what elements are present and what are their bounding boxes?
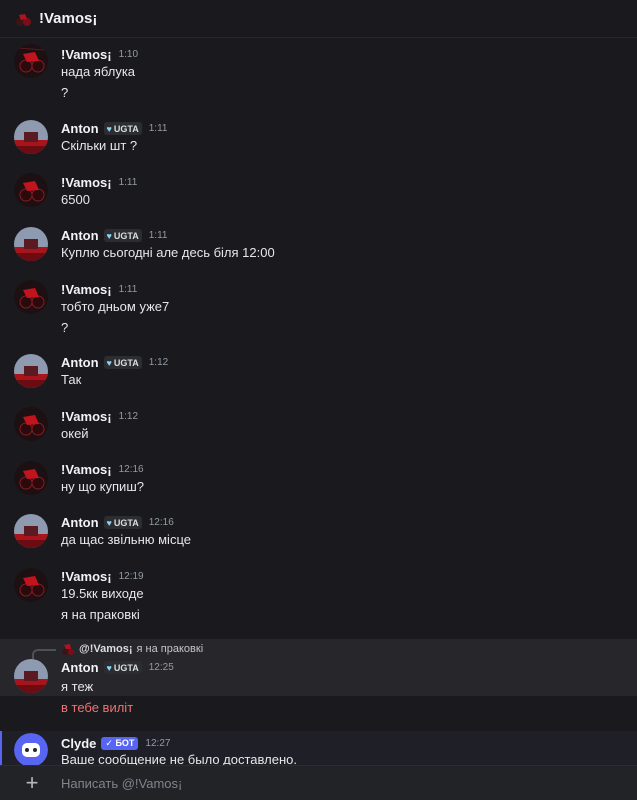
author-name[interactable]: !Vamos¡ xyxy=(61,409,112,424)
timestamp: 1:11 xyxy=(118,177,138,188)
anton-avatar[interactable] xyxy=(14,354,48,388)
message-text: Куплю сьогодні але десь біля 12:00 xyxy=(61,245,275,260)
anton-avatar[interactable] xyxy=(14,659,48,693)
reply-author[interactable]: @!Vamos¡ xyxy=(79,643,133,655)
message-text: 6500 xyxy=(61,192,90,207)
anton-avatar[interactable] xyxy=(14,514,48,548)
timestamp: 1:11 xyxy=(148,230,168,241)
message-text: окей xyxy=(61,426,89,441)
author-name[interactable]: !Vamos¡ xyxy=(61,462,112,477)
dm-title: !Vamos¡ xyxy=(39,10,98,27)
vamos-avatar[interactable] xyxy=(14,568,48,602)
author-name[interactable]: Anton xyxy=(61,228,99,243)
heart-icon: ♥ xyxy=(106,123,112,134)
timestamp: 1:10 xyxy=(118,49,139,60)
clyde-avatar[interactable] xyxy=(14,733,48,767)
message-text: я на праковкі xyxy=(61,607,140,622)
timestamp: 1:11 xyxy=(148,123,168,134)
reply-connector xyxy=(32,649,56,659)
author-name[interactable]: !Vamos¡ xyxy=(61,175,112,190)
server-tag[interactable]: ♥ UGTA xyxy=(103,356,142,369)
user-avatar-icon xyxy=(16,13,31,26)
timestamp: 1:11 xyxy=(118,284,138,295)
message-text: Скільки шт ? xyxy=(61,138,138,153)
heart-icon: ♥ xyxy=(106,357,112,368)
vamos-avatar[interactable] xyxy=(14,461,48,495)
server-tag[interactable]: ♥ UGTA xyxy=(103,516,142,529)
server-tag[interactable]: ♥ UGTA xyxy=(103,229,142,242)
heart-icon: ♥ xyxy=(106,517,112,528)
reply-text[interactable]: я на праковкі xyxy=(137,643,204,655)
author-name[interactable]: Anton xyxy=(61,515,99,530)
message-composer: + xyxy=(0,765,637,800)
message-list[interactable]: !Vamos¡ 1:10 нада яблука ? Anton ♥ UGTA 1… xyxy=(0,38,637,764)
message-text: тобто дньом уже7 xyxy=(61,299,170,314)
author-name[interactable]: Clyde xyxy=(61,736,96,751)
timestamp: 12:25 xyxy=(148,662,174,673)
timestamp: 1:12 xyxy=(148,357,169,368)
author-name[interactable]: !Vamos¡ xyxy=(61,282,112,297)
vamos-avatar[interactable] xyxy=(14,280,48,314)
message-text: Так xyxy=(61,372,82,387)
message-input[interactable] xyxy=(61,775,637,791)
vamos-avatar[interactable] xyxy=(14,173,48,207)
heart-icon: ♥ xyxy=(106,662,112,673)
reply-reference[interactable]: @!Vamos¡ я на праковкі xyxy=(61,642,203,656)
message-text: ? xyxy=(61,85,69,100)
timestamp: 1:12 xyxy=(118,411,139,422)
author-name[interactable]: !Vamos¡ xyxy=(61,47,112,62)
anton-avatar[interactable] xyxy=(14,120,48,154)
message-text: ну що купиш? xyxy=(61,479,144,494)
vamos-avatar[interactable] xyxy=(14,44,48,78)
timestamp: 12:27 xyxy=(145,738,171,749)
bot-badge: ✓ БОТ xyxy=(101,737,139,750)
add-attachment-button[interactable]: + xyxy=(21,772,43,794)
message-text: нада яблука xyxy=(61,64,136,79)
message-text: ? xyxy=(61,320,69,335)
author-name[interactable]: !Vamos¡ xyxy=(61,569,112,584)
heart-icon: ♥ xyxy=(106,230,112,241)
timestamp: 12:16 xyxy=(148,517,174,528)
bot-message: Clyde ✓ БОТ 12:27 Ваше сообщение не было… xyxy=(0,731,637,767)
anton-avatar[interactable] xyxy=(14,227,48,261)
server-tag[interactable]: ♥ UGTA xyxy=(103,122,142,135)
server-tag[interactable]: ♥ UGTA xyxy=(103,661,142,674)
author-name[interactable]: Anton xyxy=(61,355,99,370)
timestamp: 12:19 xyxy=(118,571,144,582)
system-message-marker xyxy=(0,731,2,766)
dm-header: !Vamos¡ xyxy=(0,0,637,38)
message-text: я теж xyxy=(61,679,94,694)
message-text: да щас звільню місце xyxy=(61,532,191,547)
author-name[interactable]: Anton xyxy=(61,660,99,675)
message-text: 19.5кк виходе xyxy=(61,586,144,601)
author-name[interactable]: Anton xyxy=(61,121,99,136)
timestamp: 12:16 xyxy=(118,464,144,475)
failed-message-text: в тебе виліт xyxy=(61,700,134,715)
vamos-avatar-small xyxy=(62,644,74,655)
vamos-avatar[interactable] xyxy=(14,407,48,441)
